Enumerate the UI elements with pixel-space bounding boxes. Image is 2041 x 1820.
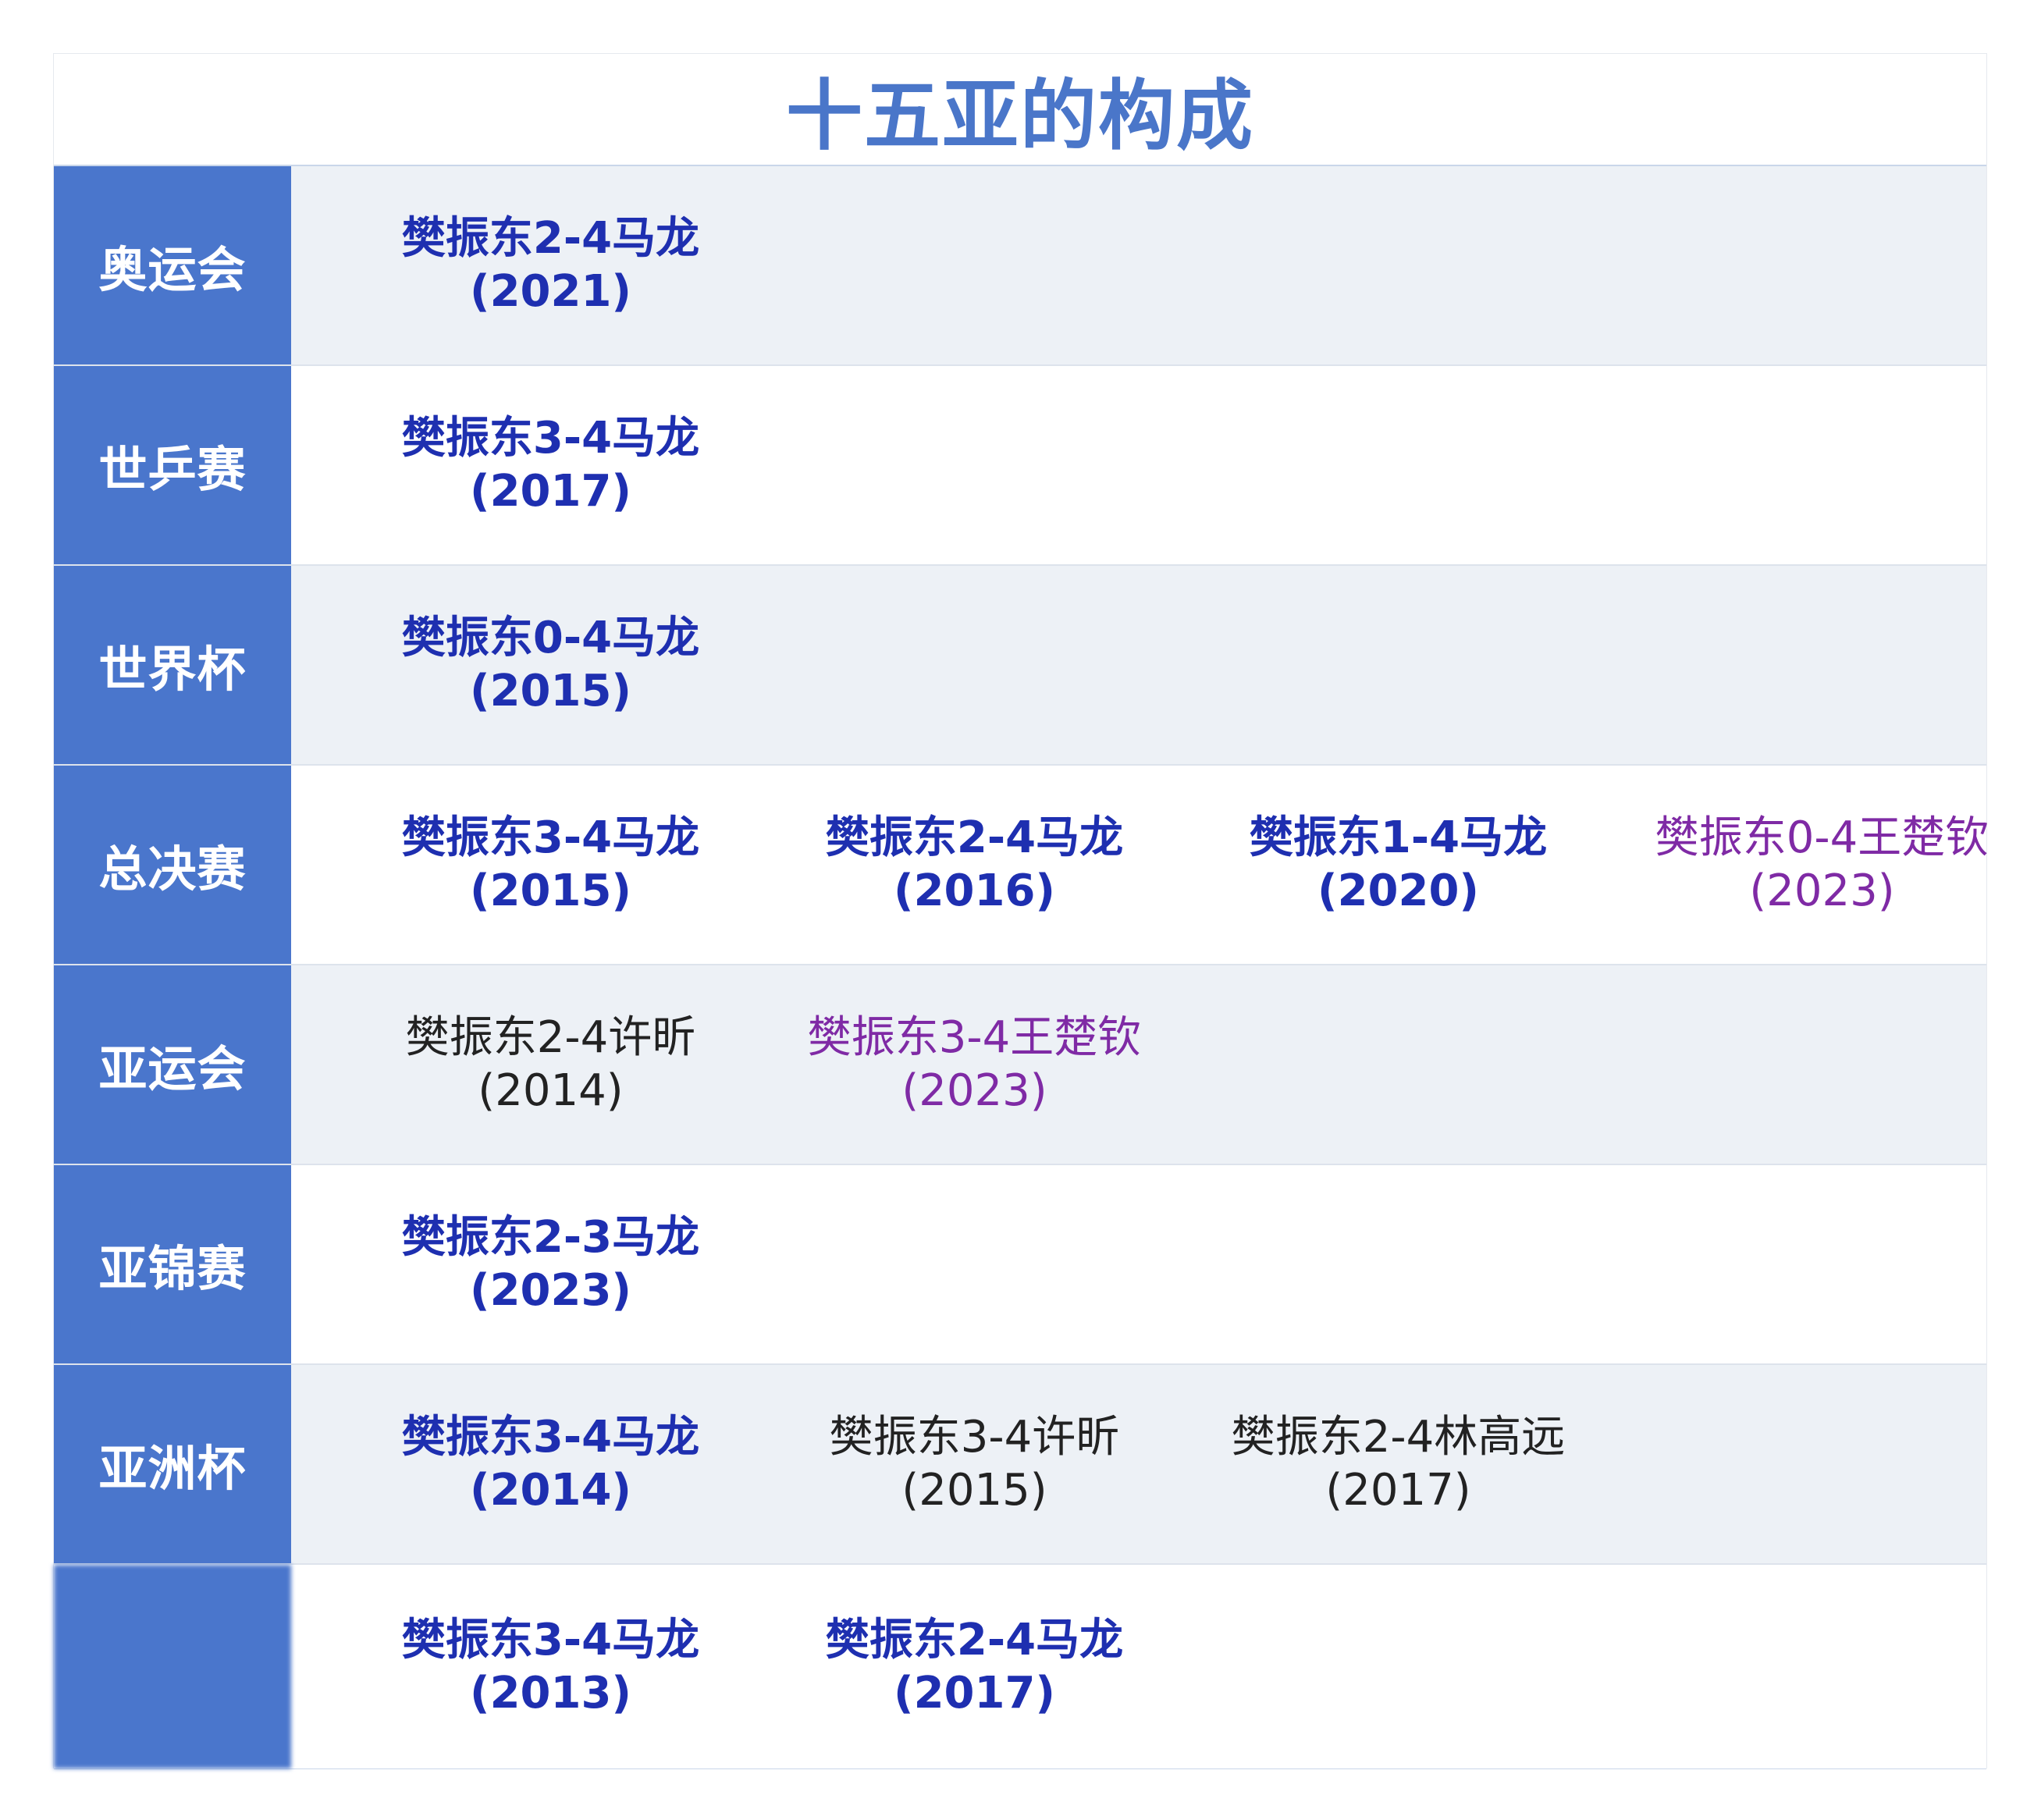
match-score: 樊振东3-4马龙 bbox=[401, 413, 700, 464]
match-year: (2014) bbox=[478, 1065, 624, 1116]
match-score: 樊振东2-4马龙 bbox=[825, 1614, 1124, 1665]
match-year: (2023) bbox=[1749, 866, 1895, 916]
table-row: 世界杯 樊振东0-4马龙 (2015) bbox=[54, 566, 1986, 766]
match-entry: 樊振东3-4马龙 (2013) bbox=[338, 1565, 763, 1768]
match-entry: 樊振东2-4许昕 (2014) bbox=[338, 965, 763, 1164]
table-row: 亚运会 樊振东2-4许昕 (2014) 樊振东3-4王楚钦 (2023) bbox=[54, 965, 1986, 1165]
match-year: (2017) bbox=[1325, 1465, 1471, 1516]
match-entry: 樊振东2-4马龙 (2016) bbox=[762, 766, 1187, 964]
match-year: (2016) bbox=[893, 866, 1056, 916]
row-entries: 樊振东0-4马龙 (2015) bbox=[291, 566, 1986, 764]
row-label: 总决赛 bbox=[54, 766, 291, 964]
row-entries: 樊振东2-4马龙 (2021) bbox=[291, 166, 1986, 364]
match-score: 樊振东0-4王楚钦 bbox=[1655, 812, 1989, 863]
match-year: (2015) bbox=[901, 1465, 1047, 1516]
match-score: 樊振东2-4马龙 bbox=[401, 213, 700, 264]
match-score: 樊振东2-4林高远 bbox=[1231, 1412, 1566, 1463]
match-score: 樊振东3-4许昕 bbox=[829, 1412, 1120, 1463]
match-score: 樊振东3-4马龙 bbox=[401, 1614, 700, 1665]
match-year: (2020) bbox=[1317, 866, 1480, 916]
table-row: 奥运会 樊振东2-4马龙 (2021) bbox=[54, 166, 1986, 366]
match-year: (2015) bbox=[469, 666, 632, 716]
row-entries: 樊振东3-4马龙 (2017) bbox=[291, 366, 1986, 564]
row-entries: 樊振东2-3马龙 (2023) bbox=[291, 1165, 1986, 1363]
match-score: 樊振东2-4马龙 bbox=[825, 812, 1124, 863]
row-entries: 樊振东3-4马龙 (2013) 樊振东2-4马龙 (2017) bbox=[291, 1565, 1986, 1768]
match-year: (2017) bbox=[893, 1667, 1056, 1719]
row-entries: 樊振东3-4马龙 (2014) 樊振东3-4许昕 (2015) 樊振东2-4林高… bbox=[291, 1365, 1986, 1563]
match-entry: 樊振东0-4王楚钦 (2023) bbox=[1609, 766, 2035, 964]
row-label: 世乒赛 bbox=[54, 366, 291, 564]
match-entry: 樊振东3-4马龙 (2014) bbox=[338, 1365, 763, 1563]
row-entries: 樊振东3-4马龙 (2015) 樊振东2-4马龙 (2016) 樊振东1-4马龙… bbox=[291, 766, 1989, 964]
table-row: 亚洲杯 樊振东3-4马龙 (2014) 樊振东3-4许昕 (2015) 樊振东2… bbox=[54, 1365, 1986, 1565]
match-entry: 樊振东3-4马龙 (2015) bbox=[338, 766, 763, 964]
table-body: 奥运会 樊振东2-4马龙 (2021) 世乒赛 樊振东3-4马龙 (2017) … bbox=[54, 166, 1989, 1769]
match-entry: 樊振东2-4林高远 (2017) bbox=[1186, 1365, 1611, 1563]
match-entry: 樊振东1-4马龙 (2020) bbox=[1186, 766, 1611, 964]
match-year: (2015) bbox=[469, 866, 632, 916]
match-score: 樊振东3-4马龙 bbox=[401, 1412, 700, 1463]
match-entry: 樊振东3-4王楚钦 (2023) bbox=[762, 965, 1187, 1164]
match-year: (2023) bbox=[469, 1265, 632, 1316]
match-score: 樊振东0-4马龙 bbox=[401, 613, 700, 663]
match-entry: 樊振东3-4许昕 (2015) bbox=[762, 1365, 1187, 1563]
match-year: (2013) bbox=[469, 1667, 632, 1719]
match-entry: 樊振东3-4马龙 (2017) bbox=[338, 366, 763, 564]
match-score: 樊振东3-4马龙 bbox=[401, 812, 700, 863]
match-score: 樊振东1-4马龙 bbox=[1249, 812, 1548, 863]
match-score: 樊振东2-4许昕 bbox=[405, 1012, 696, 1063]
row-label: 世界杯 bbox=[54, 566, 291, 764]
title-bar: 十五亚的构成 bbox=[54, 54, 1986, 166]
row-label: 亚洲杯 bbox=[54, 1365, 291, 1563]
row-entries: 樊振东2-4许昕 (2014) 樊振东3-4王楚钦 (2023) bbox=[291, 965, 1986, 1164]
match-score: 樊振东3-4王楚钦 bbox=[807, 1012, 1142, 1063]
row-label: 亚锦赛 bbox=[54, 1165, 291, 1363]
match-entry: 樊振东0-4马龙 (2015) bbox=[338, 566, 763, 764]
match-score: 樊振东2-3马龙 bbox=[401, 1212, 700, 1263]
match-year: (2014) bbox=[469, 1465, 632, 1516]
table-row: 世乒赛 樊振东3-4马龙 (2017) bbox=[54, 366, 1986, 566]
row-label: 亚运会 bbox=[54, 965, 291, 1164]
match-year: (2021) bbox=[469, 266, 632, 317]
match-entry: 樊振东2-4马龙 (2017) bbox=[762, 1565, 1187, 1768]
match-entry: 樊振东2-3马龙 (2023) bbox=[338, 1165, 763, 1363]
table-row: 亚锦赛 樊振东2-3马龙 (2023) bbox=[54, 1165, 1986, 1365]
match-year: (2017) bbox=[469, 466, 632, 517]
match-year: (2023) bbox=[901, 1065, 1047, 1116]
match-entry: 樊振东2-4马龙 (2021) bbox=[338, 166, 763, 364]
page-title: 十五亚的构成 bbox=[785, 72, 1254, 161]
results-table: 十五亚的构成 奥运会 樊振东2-4马龙 (2021) 世乒赛 樊振东3-4马龙 … bbox=[53, 53, 1989, 1769]
table-row: 樊振东3-4马龙 (2013) 樊振东2-4马龙 (2017) bbox=[54, 1565, 1986, 1769]
row-label: 奥运会 bbox=[54, 166, 291, 364]
table-row: 总决赛 樊振东3-4马龙 (2015) 樊振东2-4马龙 (2016) 樊振东1… bbox=[54, 766, 1989, 965]
row-label bbox=[54, 1565, 291, 1768]
